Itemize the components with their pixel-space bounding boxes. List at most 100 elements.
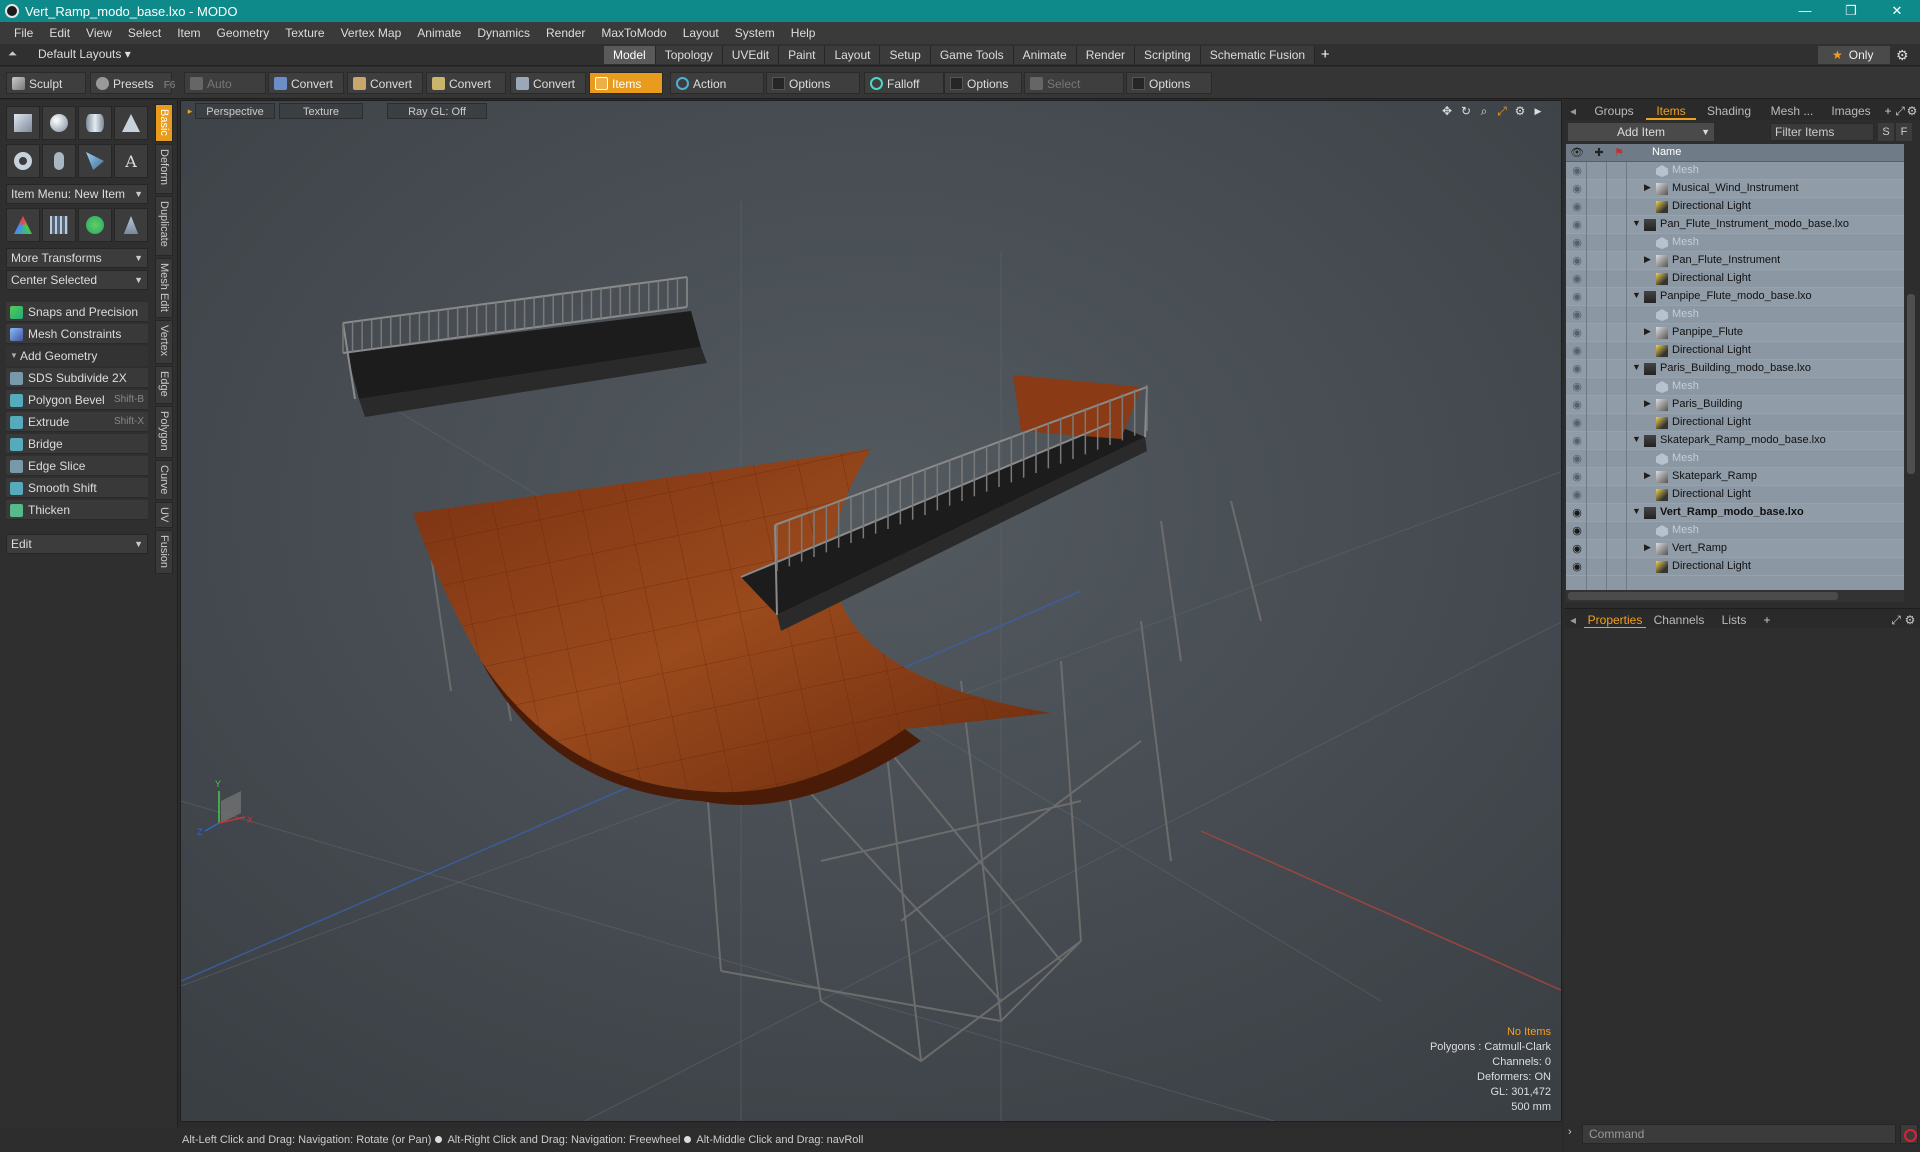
text-tool[interactable]: A (114, 144, 148, 178)
filter-f-button[interactable]: F (1896, 123, 1912, 141)
collapse-triangle-icon[interactable]: ▼ (1632, 290, 1641, 300)
expand-icon[interactable]: ⤢ (1890, 611, 1902, 629)
items-mode-button[interactable]: Items (589, 72, 663, 94)
tree-row[interactable]: ◉ Mesh (1566, 306, 1904, 324)
menu-texture[interactable]: Texture (277, 26, 332, 40)
tree-row[interactable]: ◉ ▼ Skatepark_Ramp_modo_base.lxo (1566, 432, 1904, 450)
tab-groups[interactable]: Groups (1584, 102, 1644, 120)
cone-tool[interactable] (114, 106, 148, 140)
menu-animate[interactable]: Animate (409, 26, 469, 40)
visibility-eye-icon[interactable]: ◉ (1570, 489, 1584, 501)
layout-collapse-icon[interactable]: ⏶ (8, 48, 22, 62)
vtab-mesh-edit[interactable]: Mesh Edit (155, 258, 173, 318)
menu-geometry[interactable]: Geometry (209, 26, 278, 40)
menu-system[interactable]: System (727, 26, 783, 40)
smooth-shift-button[interactable]: Smooth Shift (6, 478, 148, 498)
visibility-eye-icon[interactable]: ◉ (1570, 183, 1584, 195)
cube-tool[interactable] (6, 106, 40, 140)
expand-triangle-icon[interactable]: ▶ (1644, 326, 1651, 337)
convert-edges-button[interactable]: Convert (347, 72, 423, 94)
gear-icon[interactable]: ⚙ (1904, 611, 1916, 629)
only-toggle[interactable]: ★ Only (1818, 46, 1890, 64)
scale-tool[interactable] (114, 208, 148, 242)
menu-edit[interactable]: Edit (41, 26, 78, 40)
visibility-eye-icon[interactable]: ◉ (1570, 363, 1584, 375)
tab-paint[interactable]: Paint (779, 46, 826, 64)
maximize-button[interactable]: ❐ (1828, 0, 1874, 22)
viewport-settings-icon[interactable]: ⚙ (1513, 104, 1527, 118)
rotate-tool[interactable] (78, 208, 112, 242)
options-checkbox[interactable] (772, 77, 785, 90)
visibility-eye-icon[interactable]: ◉ (1570, 291, 1584, 303)
tab-layout[interactable]: Layout (825, 46, 881, 64)
polygon-bevel-button[interactable]: Polygon Bevel Shift-B (6, 390, 148, 410)
tree-row[interactable]: ◉ ▶ Paris_Building (1566, 396, 1904, 414)
visibility-column-icon[interactable]: 👁 (1570, 146, 1584, 160)
tab-shading[interactable]: Shading (1698, 102, 1760, 120)
tab-model[interactable]: Model (604, 46, 656, 64)
add-tab-button[interactable]: + (1315, 46, 1335, 64)
grid-tool[interactable] (42, 208, 76, 242)
select-through-options-button[interactable]: Options (1126, 72, 1212, 94)
item-menu-dropdown[interactable]: Item Menu: New Item ▼ (6, 184, 148, 204)
visibility-eye-icon[interactable]: ◉ (1570, 219, 1584, 231)
menu-select[interactable]: Select (120, 26, 169, 40)
collapse-triangle-icon[interactable]: ▼ (1632, 362, 1641, 372)
tab-channels[interactable]: Channels (1650, 611, 1708, 629)
visibility-eye-icon[interactable]: ◉ (1570, 237, 1584, 249)
tab-uvedit[interactable]: UVEdit (722, 46, 780, 64)
expand-triangle-icon[interactable]: ▶ (1644, 398, 1651, 409)
torus-tool[interactable] (6, 144, 40, 178)
options-checkbox[interactable] (1132, 77, 1145, 90)
menu-render[interactable]: Render (538, 26, 593, 40)
tree-row[interactable]: ◉ Mesh (1566, 522, 1904, 540)
auto-select-button[interactable]: Auto Select (184, 72, 266, 113)
expand-triangle-icon[interactable]: ▶ (1644, 470, 1651, 481)
convert-polygons-button[interactable]: Convert (426, 72, 506, 94)
tree-row[interactable]: ◉ Directional Light (1566, 486, 1904, 504)
tree-hscrollbar[interactable] (1566, 590, 1904, 602)
menu-item[interactable]: Item (169, 26, 208, 40)
tree-row[interactable]: ◉ Mesh (1566, 450, 1904, 468)
action-center-button[interactable]: Action Center (670, 72, 764, 113)
vtab-basic[interactable]: Basic (155, 104, 173, 142)
select-through-button[interactable]: Select Through (1024, 72, 1124, 113)
add-tab-icon[interactable]: + (1760, 611, 1774, 629)
command-expand-icon[interactable]: › (1568, 1126, 1572, 1138)
tree-row[interactable]: ◉ Directional Light (1566, 270, 1904, 288)
menu-vertex-map[interactable]: Vertex Map (333, 26, 410, 40)
visibility-eye-icon[interactable]: ◉ (1570, 345, 1584, 357)
tree-row[interactable]: ◉ ▼ Paris_Building_modo_base.lxo (1566, 360, 1904, 378)
menu-file[interactable]: File (6, 26, 41, 40)
visibility-eye-icon[interactable]: ◉ (1570, 507, 1584, 519)
visibility-eye-icon[interactable]: ◉ (1570, 417, 1584, 429)
tab-schematic-fusion[interactable]: Schematic Fusion (1200, 46, 1316, 64)
expand-icon[interactable]: ⤢ (1894, 102, 1906, 120)
center-selected-dropdown[interactable]: Center Selected ▼ (6, 270, 148, 290)
tab-topology[interactable]: Topology (655, 46, 723, 64)
menu-layout[interactable]: Layout (675, 26, 727, 40)
gear-icon[interactable]: ⚙ (1896, 47, 1909, 64)
hscroll-thumb[interactable] (1568, 592, 1838, 600)
menu-maxtomodo[interactable]: MaxToModo (593, 26, 674, 40)
tree-row[interactable]: ◉ Directional Light (1566, 558, 1904, 576)
filter-s-button[interactable]: S (1878, 123, 1894, 141)
sculpt-button[interactable]: Sculpt (6, 72, 86, 94)
tree-row[interactable]: ◉ ▶ Skatepark_Ramp (1566, 468, 1904, 486)
tab-items[interactable]: Items (1646, 102, 1696, 120)
expand-triangle-icon[interactable]: ▶ (1644, 254, 1651, 265)
vtab-polygon[interactable]: Polygon (155, 406, 173, 458)
visibility-eye-icon[interactable]: ◉ (1570, 273, 1584, 285)
add-item-button[interactable]: Add Item ▼ (1568, 123, 1714, 141)
record-icon[interactable] (1900, 1124, 1918, 1144)
visibility-eye-icon[interactable]: ◉ (1570, 561, 1584, 573)
raygl-dropdown[interactable]: Ray GL: Off (387, 103, 487, 119)
extrude-button[interactable]: Extrude Shift-X (6, 412, 148, 432)
more-transforms-dropdown[interactable]: More Transforms ▼ (6, 248, 148, 268)
pen-tool[interactable] (78, 144, 112, 178)
options-checkbox[interactable] (950, 77, 963, 90)
vtab-curve[interactable]: Curve (155, 460, 173, 500)
vtab-vertex[interactable]: Vertex (155, 320, 173, 364)
menu-view[interactable]: View (78, 26, 120, 40)
expand-triangle-icon[interactable]: ▶ (1644, 542, 1651, 553)
